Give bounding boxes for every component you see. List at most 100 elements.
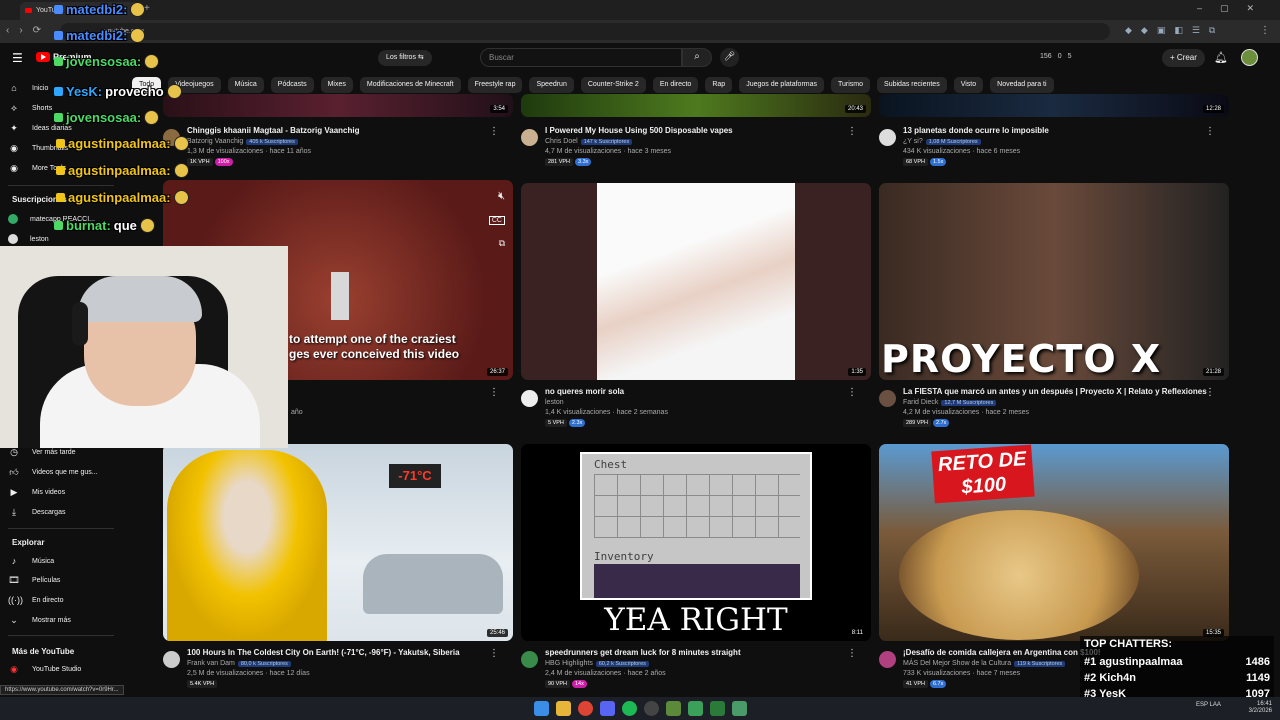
search-input[interactable]: Buscar	[480, 48, 682, 67]
filter-chip[interactable]: Pódcasts	[270, 77, 314, 93]
minecraft-icon[interactable]	[666, 701, 681, 716]
channel-name[interactable]: Frank van Dam 80,0 k Suscriptores	[187, 660, 291, 667]
filter-chip[interactable]: Freestyle rap	[467, 77, 523, 93]
pip-icon[interactable]: ⧉	[499, 238, 505, 249]
channel-name[interactable]: Batzorig Vaanchig 405 k Suscriptores	[187, 138, 298, 145]
video-thumbnail[interactable]: Chest Inventory YEA RIGHT 8:11	[521, 444, 871, 641]
sidebar-item-liked[interactable]: 👍︎ Videos que me gus...	[8, 463, 97, 481]
filter-chip[interactable]: Mixes	[320, 77, 353, 93]
video-title[interactable]: 13 planetas donde ocurre lo imposible	[903, 126, 1049, 135]
nav-buttons[interactable]: ‹›⟳	[6, 25, 51, 36]
window-menu-icon[interactable]: ⋮	[1260, 25, 1270, 36]
filter-chip[interactable]: Speedrun	[529, 77, 574, 93]
windows-start-icon[interactable]	[534, 701, 549, 716]
channel-name[interactable]: leston	[545, 399, 564, 406]
youtube-header: ☰ Premium Los filtros ⇆ Buscar ⌕ 🎤︎ 156 …	[0, 43, 1280, 73]
video-title[interactable]: ¡Desafío de comida callejera en Argentin…	[903, 648, 1101, 657]
channel-avatar[interactable]	[521, 390, 538, 407]
bell-icon[interactable]: 🔔︎	[1214, 51, 1228, 64]
app-icon[interactable]	[688, 701, 703, 716]
video-thumbnail[interactable]: 20:43	[521, 94, 871, 117]
channel-avatar[interactable]	[521, 651, 538, 668]
channel-avatar[interactable]	[879, 651, 896, 668]
filter-chip[interactable]: Counter-Strike 2	[580, 77, 646, 93]
app-icon[interactable]	[710, 701, 725, 716]
channel-avatar[interactable]	[521, 129, 538, 146]
filter-chip[interactable]: Subidas recientes	[877, 77, 947, 93]
video-thumbnail[interactable]: 3:54	[163, 94, 513, 117]
filter-chip[interactable]: Modificaciones de Minecraft	[359, 77, 461, 93]
filter-chip[interactable]: Juegos de plataformas	[739, 77, 825, 93]
spotify-icon[interactable]	[622, 701, 637, 716]
video-thumbnail[interactable]: RETO DE $100 15:35	[879, 444, 1229, 641]
chrome-icon[interactable]	[578, 701, 593, 716]
channel-name[interactable]: HBG Highlights 60,2 k Suscriptores	[545, 660, 649, 667]
sidebar-item-live[interactable]: ((·)) En directo	[8, 591, 64, 609]
video-title[interactable]: no queres morir sola	[545, 387, 624, 396]
url-field[interactable]: youtube.com	[60, 23, 1110, 40]
more-options-icon[interactable]: ⋮	[1205, 126, 1215, 137]
video-title[interactable]: La FIESTA que marcó un antes y un despué…	[903, 387, 1207, 396]
create-button[interactable]: + Crear	[1162, 49, 1205, 67]
vph-badges: 68 VPH 1.5x	[903, 158, 947, 166]
more-options-icon[interactable]: ⋮	[847, 648, 857, 659]
sidebar-item-studio[interactable]: ◉ YouTube Studio	[8, 660, 81, 678]
microphone-icon[interactable]: 🎤︎	[720, 48, 739, 67]
filter-chip[interactable]: En directo	[652, 77, 699, 93]
obs-icon[interactable]	[644, 701, 659, 716]
duration-badge: 21:28	[1202, 368, 1224, 376]
video-thumbnail[interactable]: -71°C 25:46	[163, 444, 513, 641]
more-options-icon[interactable]: ⋮	[489, 387, 499, 398]
sidebar-item-shorts[interactable]: ⟡ Shorts	[8, 99, 52, 117]
channel-name[interactable]: MÁS Del Mejor Show de la Cultura 119 k Su…	[903, 660, 1066, 667]
channel-avatar[interactable]	[879, 390, 896, 407]
video-thumbnail[interactable]: 1:35	[521, 183, 871, 380]
clock[interactable]: 16:41 3/2/2026	[1249, 701, 1272, 715]
ratio-badge: 6.7x	[929, 680, 947, 688]
sidebar-item-music[interactable]: ♪ Música	[8, 552, 54, 570]
clock-icon: ◷	[10, 446, 18, 457]
menu-icon[interactable]: ☰	[12, 51, 23, 65]
video-meta: 1,3 M de visualizaciones · hace 11 años	[187, 148, 311, 155]
more-options-icon[interactable]: ⋮	[489, 648, 499, 659]
sidebar-item-show-more[interactable]: ⌄ Mostrar más	[8, 611, 71, 629]
video-thumbnail[interactable]: PROYECTO X 21:28	[879, 183, 1229, 380]
sidebar-item-label: Películas	[32, 576, 61, 584]
filter-chip[interactable]: Rap	[705, 77, 733, 93]
video-thumbnail[interactable]: 12:28	[879, 94, 1229, 117]
channel-label: ¿Y si?	[903, 138, 923, 145]
search-icon[interactable]: ⌕	[682, 48, 712, 67]
sidebar-item-my-videos[interactable]: ▶ Mis videos	[8, 483, 66, 501]
language-indicator[interactable]: ESP LAA	[1196, 702, 1221, 709]
channel-avatar[interactable]	[163, 651, 180, 668]
file-explorer-icon[interactable]	[556, 701, 571, 716]
channel-name[interactable]: Chris Doel 147 k Suscriptores	[545, 138, 633, 145]
video-title[interactable]: Chinggis khaanii Magtaal - Batzorig Vaan…	[187, 126, 359, 135]
filter-chip[interactable]: Música	[227, 77, 264, 93]
avatar[interactable]	[1241, 49, 1258, 66]
extension-icons[interactable]: ◆◆▣◧☰⧉	[1125, 25, 1224, 36]
more-options-icon[interactable]: ⋮	[847, 387, 857, 398]
discord-icon[interactable]	[600, 701, 615, 716]
filters-button[interactable]: Los filtros ⇆	[378, 50, 432, 66]
window-controls[interactable]: –▢✕	[1197, 3, 1272, 14]
channel-avatar[interactable]	[879, 129, 896, 146]
video-title[interactable]: 100 Hours In The Coldest City On Earth! …	[187, 648, 460, 657]
sidebar-item-downloads[interactable]: ⤓ Descargas	[8, 503, 65, 521]
video-title[interactable]: I Powered My House Using 500 Disposable …	[545, 126, 733, 135]
mute-icon[interactable]: 🔇︎	[498, 190, 505, 203]
channel-name[interactable]: ¿Y si? 1,08 M Suscriptores	[903, 138, 981, 145]
filter-chip[interactable]: Novedad para ti	[990, 77, 1054, 93]
more-options-icon[interactable]: ⋮	[1205, 387, 1215, 398]
filter-chip[interactable]: Visto	[953, 77, 984, 93]
sidebar-item-inicio[interactable]: ⌂ Inicio	[8, 79, 48, 97]
chat-badge-icon	[56, 166, 65, 175]
filter-chip[interactable]: Turismo	[831, 77, 871, 93]
video-title[interactable]: speedrunners get dream luck for 8 minute…	[545, 648, 741, 657]
channel-name[interactable]: Farid Dieck 12,7 M Suscriptores	[903, 399, 997, 406]
more-options-icon[interactable]: ⋮	[847, 126, 857, 137]
captions-icon[interactable]: CC	[488, 216, 505, 225]
sidebar-item-movies[interactable]: 🎞︎ Películas	[8, 571, 60, 589]
more-options-icon[interactable]: ⋮	[489, 126, 499, 137]
app-icon[interactable]	[732, 701, 747, 716]
